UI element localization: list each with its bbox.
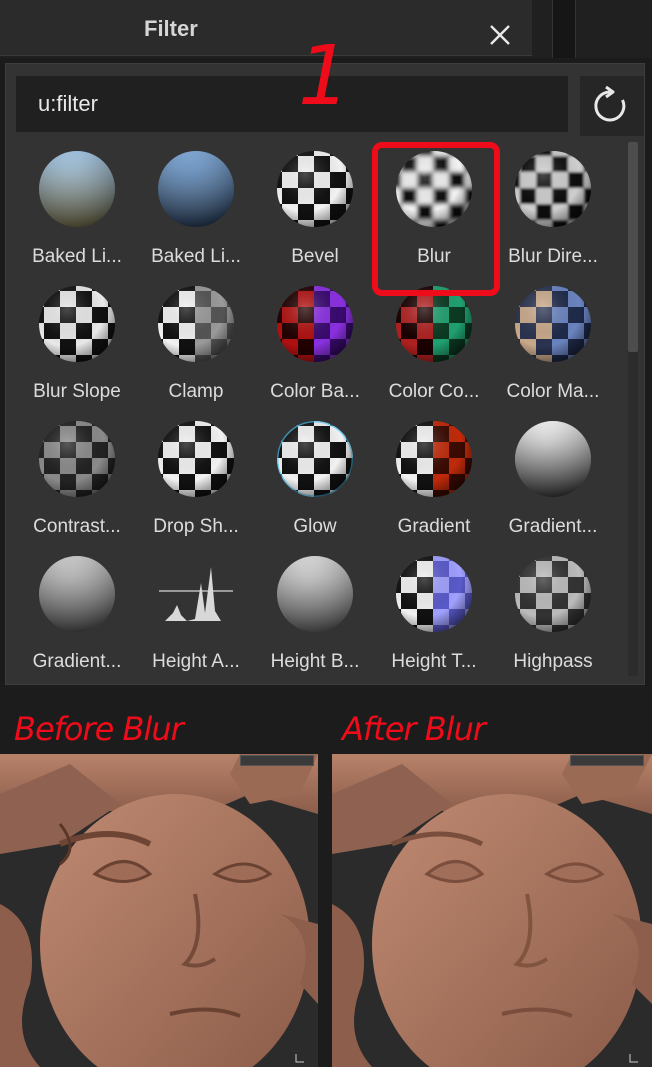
- filter-label: Gradient...: [508, 516, 598, 537]
- filter-label: Gradient...: [32, 651, 122, 672]
- scroll-thumb[interactable]: [628, 142, 638, 352]
- filter-item[interactable]: Color Ma...: [494, 279, 612, 411]
- filter-label: Color Co...: [388, 381, 480, 402]
- before-caption: Before Blur: [14, 710, 184, 748]
- height-blend-sphere-icon: [274, 553, 356, 635]
- filter-shelf-panel: Baked Li... Baked Li... Bevel Blur Blur …: [5, 63, 645, 685]
- search-input[interactable]: [16, 76, 568, 132]
- filter-label: Height A...: [152, 651, 240, 672]
- viewport-after: [332, 754, 652, 1067]
- filter-label: Blur Slope: [33, 381, 121, 402]
- filter-item[interactable]: Gradient...: [18, 549, 136, 674]
- panel-title: Filter: [144, 16, 198, 41]
- color-balance-sphere-icon: [274, 283, 356, 365]
- filter-label: Baked Li...: [151, 246, 241, 267]
- filter-label: Drop Sh...: [153, 516, 239, 537]
- filter-label: Glow: [293, 516, 337, 537]
- filter-item[interactable]: Bevel: [256, 144, 374, 276]
- material-select-after[interactable]: [570, 755, 644, 766]
- close-icon: [490, 25, 510, 45]
- gradient-sphere-icon: [393, 418, 475, 500]
- filter-label: Highpass: [513, 651, 593, 672]
- filter-item[interactable]: Baked Li...: [137, 144, 255, 276]
- color-match-sphere-icon: [512, 283, 594, 365]
- filter-item[interactable]: Gradient...: [494, 414, 612, 546]
- close-button[interactable]: [480, 14, 520, 54]
- viewport-before: [0, 754, 318, 1067]
- sky-blue-sphere-icon: [155, 148, 237, 230]
- filter-label: Bevel: [291, 246, 339, 267]
- filter-item[interactable]: Drop Sh...: [137, 414, 255, 546]
- slope-sphere-icon: [36, 283, 118, 365]
- gradient-bw-sphere-icon: [512, 418, 594, 500]
- filter-item[interactable]: Blur Slope: [18, 279, 136, 411]
- filter-item[interactable]: Height T...: [375, 549, 493, 674]
- directional-blur-sphere-icon: [512, 148, 594, 230]
- glow-sphere-icon: [274, 418, 356, 500]
- filter-panel-tab[interactable]: Filter: [0, 0, 532, 56]
- character-render-after: [332, 754, 652, 1067]
- filter-label: Contrast...: [33, 516, 121, 537]
- reset-search-button[interactable]: [580, 76, 644, 136]
- filter-item[interactable]: Height B...: [256, 549, 374, 674]
- dock-divider: [552, 0, 576, 58]
- filter-label: Clamp: [168, 381, 224, 402]
- filter-label: Height T...: [391, 651, 477, 672]
- filter-item[interactable]: Highpass: [494, 549, 612, 674]
- filter-item[interactable]: Glow: [256, 414, 374, 546]
- material-select-before[interactable]: [240, 755, 314, 766]
- filter-item[interactable]: Contrast...: [18, 414, 136, 546]
- filter-grid: Baked Li... Baked Li... Bevel Blur Blur …: [18, 144, 622, 674]
- clamp-sphere-icon: [155, 283, 237, 365]
- filter-item[interactable]: Color Co...: [375, 279, 493, 411]
- gradient-stripes-sphere-icon: [36, 553, 118, 635]
- height-normal-sphere-icon: [393, 553, 475, 635]
- after-caption: After Blur: [342, 710, 486, 748]
- drop-shadow-sphere-icon: [155, 418, 237, 500]
- filter-item[interactable]: Color Ba...: [256, 279, 374, 411]
- filter-item[interactable]: Baked Li...: [18, 144, 136, 276]
- contrast-sphere-icon: [36, 418, 118, 500]
- blurred-checker-sphere-icon: [393, 148, 475, 230]
- sky-sphere-icon: [36, 148, 118, 230]
- filter-item[interactable]: Gradient: [375, 414, 493, 546]
- filter-label: Blur: [417, 246, 451, 267]
- refresh-icon: [594, 85, 626, 122]
- highpass-sphere-icon: [512, 553, 594, 635]
- filter-item[interactable]: Height A...: [137, 549, 255, 674]
- scrollbar[interactable]: [628, 142, 638, 676]
- checker-sphere-icon: [274, 148, 356, 230]
- filter-label: Color Ba...: [270, 381, 360, 402]
- filter-label: Blur Dire...: [508, 246, 598, 267]
- filter-item[interactable]: Blur Dire...: [494, 144, 612, 276]
- filter-label: Color Ma...: [506, 381, 600, 402]
- filter-item[interactable]: Blur: [375, 144, 493, 276]
- filter-label: Baked Li...: [32, 246, 122, 267]
- filter-item[interactable]: Clamp: [137, 279, 255, 411]
- height-graph-icon: [155, 553, 237, 635]
- color-correct-sphere-icon: [393, 283, 475, 365]
- filter-label: Gradient: [397, 516, 471, 537]
- character-render-before: [0, 754, 318, 1067]
- step-number-annotation: 1: [298, 29, 351, 124]
- filter-label: Height B...: [270, 651, 360, 672]
